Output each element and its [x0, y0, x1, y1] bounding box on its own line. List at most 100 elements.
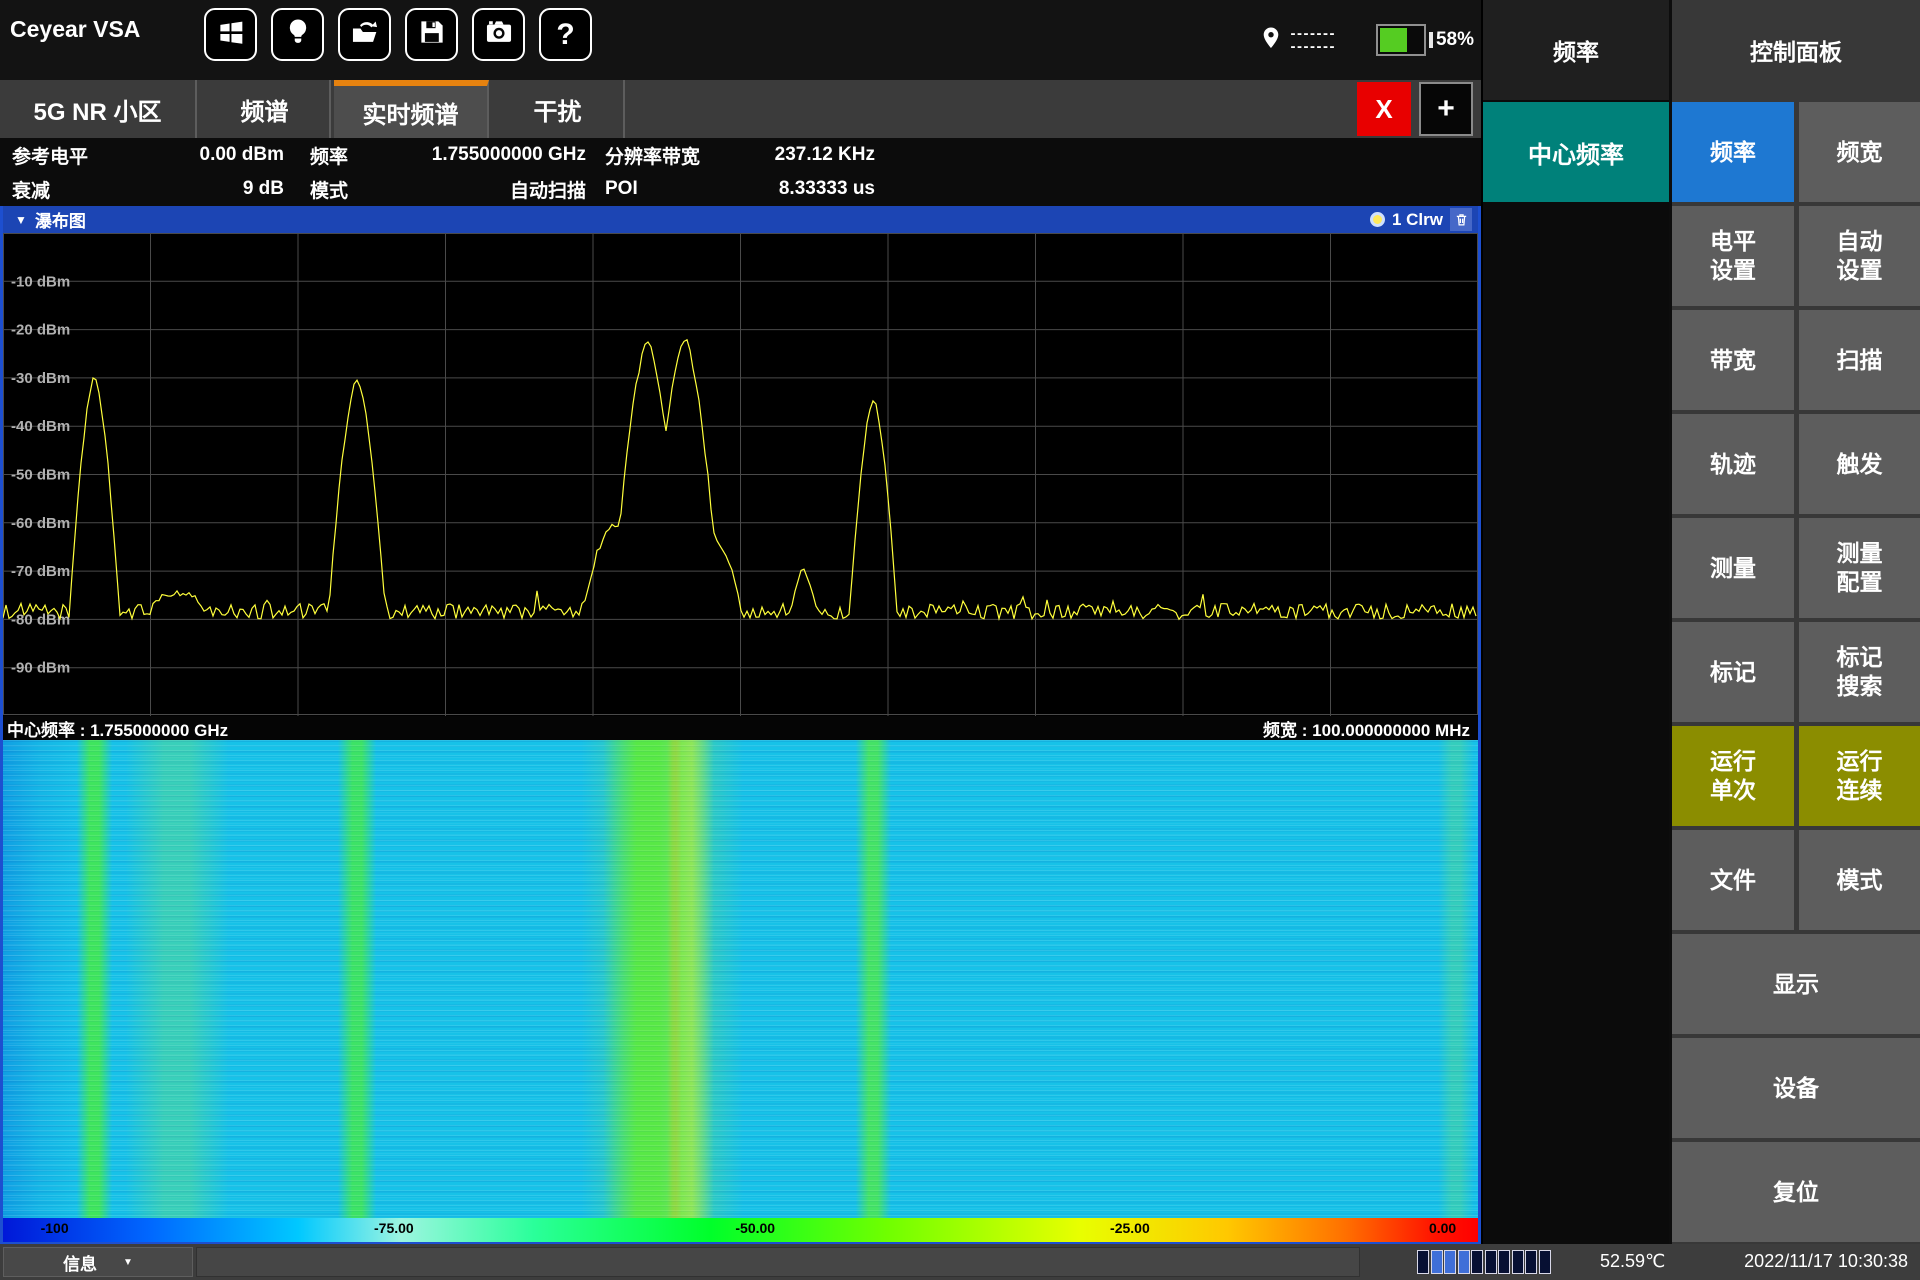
- display-button[interactable]: 显示: [1672, 934, 1920, 1034]
- param-label: 频率: [310, 142, 348, 169]
- tab-0[interactable]: 5G NR 小区: [0, 80, 197, 138]
- device-button[interactable]: 设备: [1672, 1038, 1920, 1138]
- reset-button[interactable]: 复位: [1672, 1142, 1920, 1242]
- span-readout: 频宽 : 100.000000000 MHz: [1263, 716, 1470, 741]
- param-label: 模式: [310, 176, 348, 203]
- colorbar-tick: -25.00: [1110, 1220, 1150, 1236]
- gps-indicator: ------- -------: [1259, 22, 1336, 59]
- run-single-button[interactable]: 运行单次: [1672, 726, 1794, 826]
- status-bar: 信息 ▼ 52.59℃ 2022/11/17 10:30:38: [0, 1244, 1920, 1280]
- message-area: [196, 1247, 1360, 1277]
- button-label-line: 单次: [1710, 776, 1756, 805]
- param-group-2: 分辨率带宽237.12 KHz POI 8.33333 us: [605, 138, 875, 206]
- app-title: Ceyear VSA: [10, 16, 140, 43]
- button-label-line: 测量: [1837, 539, 1883, 568]
- progress-cell: [1498, 1250, 1510, 1274]
- camera-icon: [482, 15, 516, 54]
- folder-open-button[interactable]: [338, 8, 391, 61]
- file-button[interactable]: 文件: [1672, 830, 1794, 930]
- marker-search-button[interactable]: 标记搜索: [1799, 622, 1920, 722]
- parameter-bar: 参考电平0.00 dBm衰减9 dB频率1.755000000 GHz模式自动扫…: [0, 138, 1481, 206]
- param-value: 237.12 KHz: [775, 144, 875, 166]
- trigger-button[interactable]: 触发: [1799, 414, 1920, 514]
- param-value: 8.33333 us: [779, 178, 875, 200]
- windows-button[interactable]: [204, 8, 257, 61]
- auto-settings-button[interactable]: 自动设置: [1799, 206, 1920, 306]
- progress-cell: [1458, 1250, 1470, 1274]
- submenu-items: 中心频率: [1483, 102, 1669, 202]
- measure-config-button[interactable]: 测量配置: [1799, 518, 1920, 618]
- spectrum-trace-svg: -10 dBm-20 dBm-30 dBm-40 dBm-50 dBm-60 d…: [3, 233, 1478, 716]
- button-label-line: 文件: [1710, 866, 1756, 895]
- amplitude-colorbar: -100-75.00-50.00-25.000.00: [3, 1218, 1478, 1242]
- marker-button[interactable]: 标记: [1672, 622, 1794, 722]
- param-group-0: 参考电平0.00 dBm衰减9 dB: [12, 138, 284, 206]
- svg-text:-20 dBm: -20 dBm: [11, 322, 70, 339]
- svg-text:-90 dBm: -90 dBm: [11, 660, 70, 677]
- button-label-line: 频率: [1710, 138, 1756, 167]
- mode-button[interactable]: 模式: [1799, 830, 1920, 930]
- control-panel-grid: 频率频宽电平设置自动设置带宽扫描轨迹触发测量测量配置标记标记搜索运行单次运行连续…: [1672, 102, 1920, 1242]
- button-label-line: 配置: [1837, 568, 1883, 597]
- bulb-button[interactable]: [271, 8, 324, 61]
- button-label-line: 自动: [1837, 227, 1883, 256]
- button-label-line: 运行: [1837, 747, 1883, 776]
- frequency-readout-row: 中心频率 : 1.755000000 GHz 频宽 : 100.00000000…: [3, 716, 1478, 740]
- param-row: 分辨率带宽237.12 KHz: [605, 138, 875, 172]
- trace-label: 1 Clrw: [1392, 210, 1443, 230]
- progress-cell: [1417, 1250, 1429, 1274]
- level-settings-button[interactable]: 电平设置: [1672, 206, 1794, 306]
- button-label-line: 轨迹: [1710, 450, 1756, 479]
- center-frequency-readout: 中心频率 : 1.755000000 GHz: [7, 716, 228, 741]
- frequency-button[interactable]: 频率: [1672, 102, 1794, 202]
- tab-2[interactable]: 实时频谱: [334, 80, 489, 138]
- button-label-line: 显示: [1773, 970, 1819, 999]
- progress-cell: [1525, 1250, 1537, 1274]
- progress-cell: [1471, 1250, 1483, 1274]
- param-row: 模式自动扫描: [310, 172, 586, 206]
- param-row: POI 8.33333 us: [605, 172, 875, 206]
- control-panel-column: 控制面板 频率频宽电平设置自动设置带宽扫描轨迹触发测量测量配置标记标记搜索运行单…: [1672, 0, 1920, 1244]
- bandwidth-button[interactable]: 带宽: [1672, 310, 1794, 410]
- svg-text:-10 dBm: -10 dBm: [11, 273, 70, 290]
- param-value: 9 dB: [243, 178, 284, 200]
- submenu-header: 频率: [1483, 0, 1669, 100]
- center-frequency-button[interactable]: 中心频率: [1483, 102, 1669, 202]
- datetime-readout: 2022/11/17 10:30:38: [1744, 1251, 1908, 1272]
- progress-cell: [1485, 1250, 1497, 1274]
- side-panel: 频率 中心频率 控制面板 频率频宽电平设置自动设置带宽扫描轨迹触发测量测量配置标…: [1483, 0, 1920, 1244]
- param-row: 频率1.755000000 GHz: [310, 138, 586, 172]
- button-label-line: 标记: [1710, 658, 1756, 687]
- svg-text:-70 dBm: -70 dBm: [11, 563, 70, 580]
- run-continuous-button[interactable]: 运行连续: [1799, 726, 1920, 826]
- chevron-down-icon: ▼: [123, 1257, 133, 1268]
- span-button[interactable]: 频宽: [1799, 102, 1920, 202]
- param-label: POI: [605, 178, 638, 200]
- svg-text:-50 dBm: -50 dBm: [11, 466, 70, 483]
- add-tab-button[interactable]: +: [1419, 82, 1473, 136]
- collapse-triangle-icon: ▼: [15, 213, 27, 227]
- sweep-button[interactable]: 扫描: [1799, 310, 1920, 410]
- param-row: 衰减 9 dB: [12, 172, 284, 206]
- camera-button[interactable]: [472, 8, 525, 61]
- tab-1[interactable]: 频谱: [200, 80, 331, 138]
- progress-cell: [1431, 1250, 1443, 1274]
- info-dropdown[interactable]: 信息 ▼: [3, 1247, 193, 1277]
- save-button[interactable]: [405, 8, 458, 61]
- close-tab-button[interactable]: X: [1357, 82, 1411, 136]
- svg-text:-30 dBm: -30 dBm: [11, 370, 70, 387]
- trace-selector[interactable]: 1 Clrw: [1370, 208, 1472, 231]
- battery-percent: 58%: [1436, 29, 1474, 51]
- button-label-line: 触发: [1837, 450, 1883, 479]
- battery-indicator: 58%: [1376, 24, 1474, 56]
- colorbar-tick: -100: [41, 1220, 69, 1236]
- submenu-column: 频率 中心频率: [1483, 0, 1669, 1244]
- top-right-indicators: ------- ------- 58%: [1259, 0, 1481, 80]
- measure-button[interactable]: 测量: [1672, 518, 1794, 618]
- help-button[interactable]: ?: [539, 8, 592, 61]
- delete-trace-button[interactable]: [1450, 208, 1472, 231]
- button-label-line: 复位: [1773, 1178, 1819, 1207]
- tab-3[interactable]: 干扰: [492, 80, 625, 138]
- trace-button[interactable]: 轨迹: [1672, 414, 1794, 514]
- param-label: 衰减: [12, 176, 50, 203]
